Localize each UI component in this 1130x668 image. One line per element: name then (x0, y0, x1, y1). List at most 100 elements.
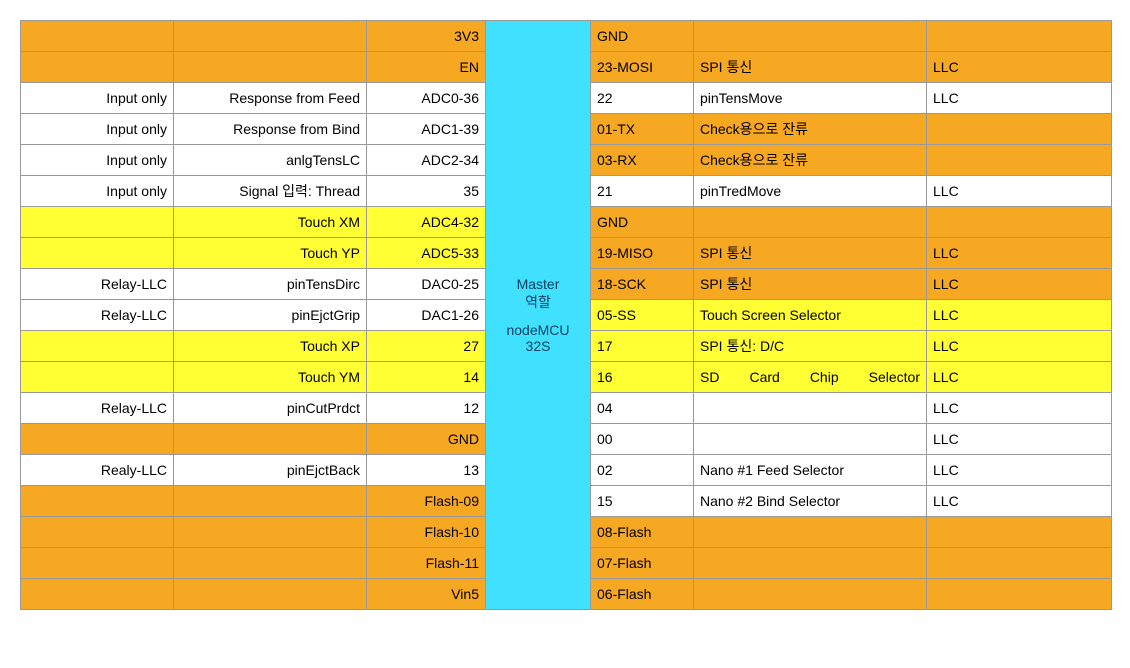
left-cell-0 (21, 207, 174, 238)
left-cell-1 (174, 579, 367, 610)
right-cell-1 (694, 207, 927, 238)
left-cell-2: GND (367, 424, 486, 455)
right-cell-2 (927, 517, 1112, 548)
right-cell-1: SPI 통신 (694, 238, 927, 269)
right-cell-2: LLC (927, 269, 1112, 300)
right-cell-2: LLC (927, 362, 1112, 393)
left-cell-1: Response from Bind (174, 114, 367, 145)
left-cell-2: DAC1-26 (367, 300, 486, 331)
left-cell-0 (21, 424, 174, 455)
left-cell-1: anlgTensLC (174, 145, 367, 176)
right-cell-1: SPI 통신 (694, 269, 927, 300)
left-cell-2: Flash-10 (367, 517, 486, 548)
left-cell-0 (21, 517, 174, 548)
right-cell-0: 01-TX (591, 114, 694, 145)
right-cell-2 (927, 548, 1112, 579)
right-cell-1: SD Card Chip Selector (694, 362, 927, 393)
right-cell-2: LLC (927, 424, 1112, 455)
left-cell-2: 14 (367, 362, 486, 393)
left-cell-0: Input only (21, 145, 174, 176)
left-cell-0 (21, 548, 174, 579)
center-label-2: nodeMCU (492, 322, 584, 338)
right-cell-0: 15 (591, 486, 694, 517)
center-mcu-cell: Master역할 nodeMCU32S (486, 21, 591, 610)
left-cell-2: 13 (367, 455, 486, 486)
center-label-3: 32S (492, 338, 584, 354)
right-cell-1 (694, 424, 927, 455)
right-cell-1 (694, 21, 927, 52)
left-cell-1: Response from Feed (174, 83, 367, 114)
right-cell-0: 08-Flash (591, 517, 694, 548)
right-cell-1 (694, 517, 927, 548)
left-cell-1 (174, 424, 367, 455)
right-cell-0: GND (591, 207, 694, 238)
left-cell-1: Touch XP (174, 331, 367, 362)
left-cell-1: Touch YM (174, 362, 367, 393)
left-cell-2: ADC4-32 (367, 207, 486, 238)
left-cell-1: pinCutPrdct (174, 393, 367, 424)
left-cell-1 (174, 548, 367, 579)
right-cell-0: 17 (591, 331, 694, 362)
left-cell-0 (21, 486, 174, 517)
right-cell-0: 06-Flash (591, 579, 694, 610)
right-cell-2: LLC (927, 486, 1112, 517)
left-cell-0 (21, 52, 174, 83)
right-cell-0: 04 (591, 393, 694, 424)
right-cell-1: Nano #2 Bind Selector (694, 486, 927, 517)
left-cell-1: pinEjctGrip (174, 300, 367, 331)
pinout-table: 3V3Master역할nodeMCU32SGNDEN23-MOSISPI 통신L… (20, 20, 1112, 610)
right-cell-1 (694, 548, 927, 579)
right-cell-1: Nano #1 Feed Selector (694, 455, 927, 486)
right-cell-0: 00 (591, 424, 694, 455)
right-cell-1 (694, 393, 927, 424)
left-cell-2: Flash-11 (367, 548, 486, 579)
left-cell-1 (174, 52, 367, 83)
left-cell-0 (21, 238, 174, 269)
left-cell-1: Touch XM (174, 207, 367, 238)
right-cell-0: 16 (591, 362, 694, 393)
left-cell-0: Input only (21, 114, 174, 145)
left-cell-2: 12 (367, 393, 486, 424)
left-cell-1: pinEjctBack (174, 455, 367, 486)
right-cell-1 (694, 579, 927, 610)
right-cell-2: LLC (927, 331, 1112, 362)
left-cell-1 (174, 517, 367, 548)
right-cell-1: SPI 통신 (694, 52, 927, 83)
right-cell-1: SPI 통신: D/C (694, 331, 927, 362)
left-cell-0: Relay-LLC (21, 393, 174, 424)
left-cell-2: 3V3 (367, 21, 486, 52)
left-cell-0 (21, 21, 174, 52)
left-cell-2: EN (367, 52, 486, 83)
left-cell-2: Vin5 (367, 579, 486, 610)
left-cell-2: ADC2-34 (367, 145, 486, 176)
left-cell-2: ADC5-33 (367, 238, 486, 269)
left-cell-0 (21, 579, 174, 610)
right-cell-1: pinTredMove (694, 176, 927, 207)
left-cell-0 (21, 362, 174, 393)
left-cell-0: Relay-LLC (21, 300, 174, 331)
right-cell-2 (927, 207, 1112, 238)
right-cell-2: LLC (927, 300, 1112, 331)
right-cell-0: 02 (591, 455, 694, 486)
right-cell-2: LLC (927, 455, 1112, 486)
left-cell-1 (174, 486, 367, 517)
right-cell-1: Check용으로 잔류 (694, 114, 927, 145)
center-label-0: Master (492, 276, 584, 292)
right-cell-2 (927, 145, 1112, 176)
right-cell-2: LLC (927, 393, 1112, 424)
center-label-1: 역할 (492, 292, 584, 312)
right-cell-2: LLC (927, 83, 1112, 114)
left-cell-1: Touch YP (174, 238, 367, 269)
left-cell-1: Signal 입력: Thread (174, 176, 367, 207)
left-cell-0: Input only (21, 83, 174, 114)
right-cell-0: 19-MISO (591, 238, 694, 269)
table-row: 3V3Master역할nodeMCU32SGND (21, 21, 1112, 52)
right-cell-0: 05-SS (591, 300, 694, 331)
right-cell-0: 23-MOSI (591, 52, 694, 83)
left-cell-2: ADC1-39 (367, 114, 486, 145)
left-cell-0: Relay-LLC (21, 269, 174, 300)
right-cell-1: Touch Screen Selector (694, 300, 927, 331)
right-cell-0: 07-Flash (591, 548, 694, 579)
right-cell-2: LLC (927, 52, 1112, 83)
right-cell-0: 18-SCK (591, 269, 694, 300)
